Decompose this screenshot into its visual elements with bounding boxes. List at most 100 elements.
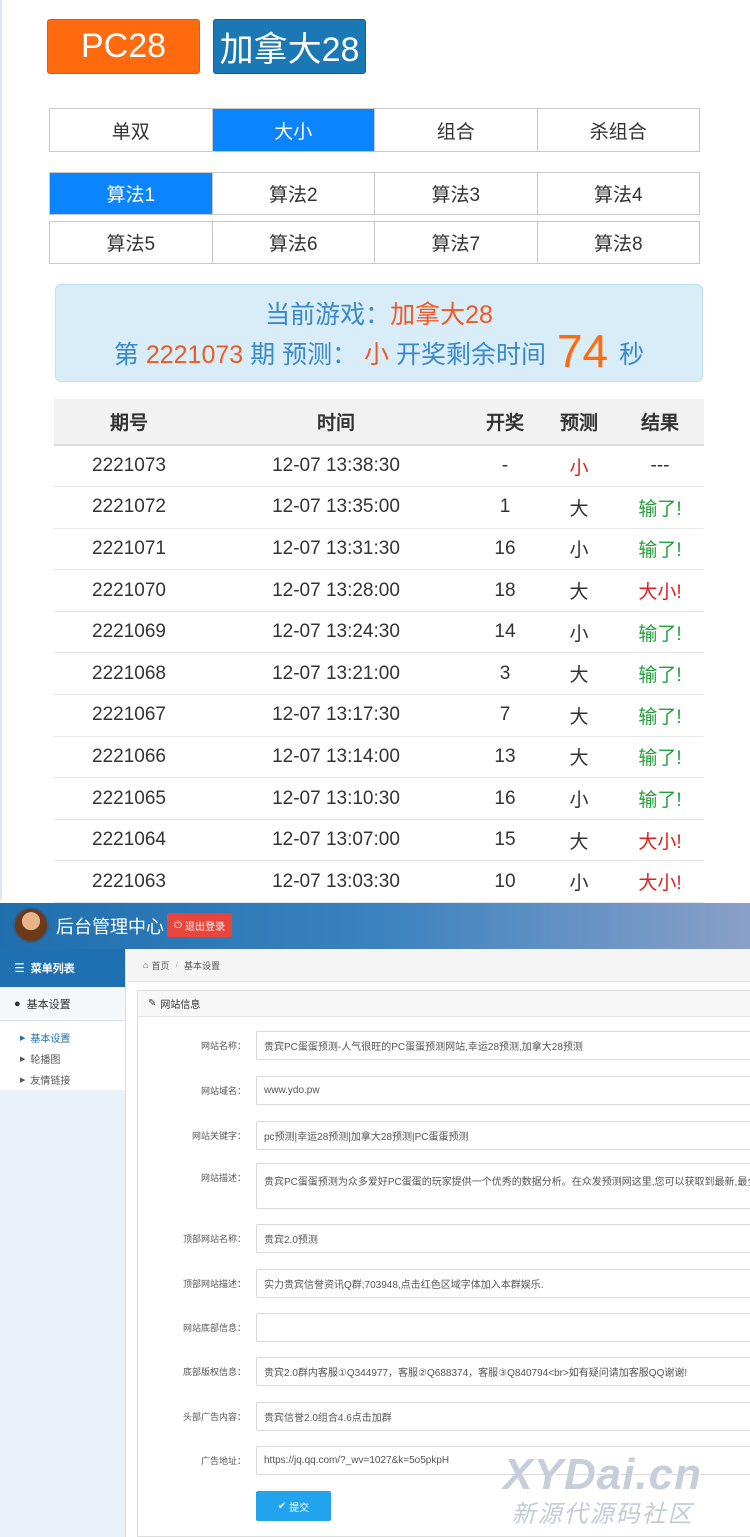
cell-period: 2221064: [54, 819, 204, 862]
footer-copyright-label: 底部版权信息：: [182, 1367, 246, 1377]
tab-algorithm-4[interactable]: 算法4: [537, 173, 699, 214]
cell-time: 12-07 13:31:30: [204, 528, 468, 571]
logout-label: 退出登录: [184, 921, 225, 933]
cell-time: 12-07 13:28:00: [204, 569, 468, 612]
cell-time: 12-07 13:35:00: [204, 486, 468, 529]
menu-list-header: ☰ 菜单列表: [0, 949, 125, 987]
table-header-row: 期号 时间 开奖 预测 结果: [54, 399, 704, 446]
algorithm-tabs-row1: 算法1 算法2 算法3 算法4: [49, 172, 700, 215]
type-tabs: 单双 大小 组合 杀组合: [49, 108, 700, 152]
cell-result: 大小!: [616, 569, 704, 612]
power-icon: ⏻: [174, 919, 182, 931]
cell-result: 输了!: [616, 736, 704, 779]
cell-draw: 14: [468, 611, 542, 654]
edit-icon: ✎: [148, 998, 157, 1009]
cell-period: 2221066: [54, 736, 204, 779]
tab-algorithm-5[interactable]: 算法5: [50, 222, 213, 263]
cell-draw: 18: [468, 569, 542, 612]
game-button-canada28[interactable]: 加拿大28: [213, 19, 366, 74]
user-icon: ●: [14, 997, 21, 1010]
cell-time: 12-07 13:38:30: [204, 445, 468, 488]
cell-prediction: 大: [542, 819, 616, 862]
breadcrumb-current: 基本设置: [183, 960, 220, 971]
tab-algorithm-7[interactable]: 算法7: [375, 222, 538, 263]
cell-period: 2221073: [54, 445, 204, 488]
table-row: 2221067 12-07 13:17:30 7 大输了!: [54, 694, 704, 737]
cell-period: 2221063: [54, 860, 204, 904]
avatar[interactable]: [13, 907, 49, 943]
submit-button[interactable]: ✔ 提交: [256, 1491, 331, 1521]
table-row: 2221071 12-07 13:31:30 16 小输了!: [54, 528, 704, 571]
sidebar-item-friend-links[interactable]: ▶ 友情链接: [0, 1069, 125, 1090]
site-description-label: 网站描述：: [200, 1173, 246, 1183]
tab-algorithm-2[interactable]: 算法2: [212, 173, 375, 214]
ad-url-field[interactable]: https://jq.qq.com/?_wv=1027&k=5o5pkpH: [256, 1446, 750, 1475]
home-icon: ⌂: [143, 960, 149, 970]
cell-time: 12-07 13:21:00: [204, 652, 468, 696]
tab-algorithm-3[interactable]: 算法3: [375, 173, 538, 214]
sidebar-group-label: 基本设置: [26, 998, 71, 1011]
cell-period: 2221072: [54, 486, 204, 529]
breadcrumb-home[interactable]: 首页: [151, 959, 169, 972]
sidebar-group-basic-settings[interactable]: ● 基本设置: [0, 987, 125, 1021]
cell-draw: 10: [468, 860, 542, 904]
tab-algorithm-6[interactable]: 算法6: [212, 222, 375, 263]
header-ad-content-field[interactable]: 贵宾信誉2.0组合4.6点击加群: [256, 1402, 750, 1431]
cell-result: 大小!: [616, 860, 704, 904]
cell-time: 12-07 13:03:30: [204, 860, 468, 904]
countdown-seconds: 74: [556, 325, 609, 377]
site-domain-label: 网站域名：: [200, 1086, 246, 1096]
tab-big-small[interactable]: 大小: [212, 109, 375, 151]
prediction-page: PC28 加拿大28 单双 大小 组合 杀组合 算法1 算法2 算法3 算法4 …: [0, 0, 750, 904]
admin-header: 后台管理中心 ⏻ 退出登录: [0, 903, 750, 949]
site-domain-field[interactable]: www.ydo.pw: [256, 1076, 750, 1105]
table-row: 2221066 12-07 13:14:00 13 大输了!: [54, 736, 704, 779]
cell-prediction: 小: [542, 860, 616, 904]
results-table: 期号 时间 开奖 预测 结果 2221073 12-07 13:38:30- 小 --…: [54, 399, 704, 904]
table-row: 2221073 12-07 13:38:30- 小 ---: [54, 445, 704, 488]
top-site-description-label: 顶部网站描述：: [182, 1279, 246, 1289]
cell-draw: 16: [468, 777, 542, 820]
site-keywords-field[interactable]: pc预测|幸运28预测|加拿大28预测|PC蛋蛋预测: [256, 1121, 750, 1150]
cell-result: 输了!: [616, 611, 704, 654]
cell-draw: 1: [468, 486, 542, 529]
cell-period: 2221067: [54, 694, 204, 737]
cell-period: 2221065: [54, 777, 204, 820]
cell-period: 2221069: [54, 611, 204, 654]
logout-button[interactable]: ⏻ 退出登录: [167, 913, 232, 937]
cell-time: 12-07 13:07:00: [204, 819, 468, 862]
check-icon: ✔: [277, 1500, 287, 1512]
column-header-result: 结果: [616, 399, 704, 446]
tab-odd-even[interactable]: 单双: [50, 109, 213, 151]
site-description-field[interactable]: 贵宾PC蛋蛋预测为众多爱好PC蛋蛋的玩家提供一个优秀的数据分析。在众发预测网这里…: [256, 1163, 750, 1209]
cell-prediction: 大: [542, 694, 616, 737]
sidebar-item-carousel[interactable]: ▶ 轮播图: [0, 1048, 125, 1069]
footer-info-field[interactable]: [256, 1313, 750, 1342]
footer-copyright-field[interactable]: 贵宾2.0群内客服①Q344977，客服②Q688374，客服③Q840794<…: [256, 1357, 750, 1386]
table-row: 2221070 12-07 13:28:00 18 大大小!: [54, 569, 704, 612]
period-number: 2221073: [145, 341, 244, 369]
top-site-description-field[interactable]: 实力贵宾信誉资讯Q群;703948,点击红色区域字体加入本群娱乐.: [256, 1269, 750, 1298]
cell-prediction: 小: [542, 445, 616, 488]
top-site-name-field[interactable]: 贵宾2.0预测: [256, 1224, 750, 1253]
site-name-label: 网站名称：: [200, 1041, 246, 1051]
cell-result: ---: [616, 445, 704, 488]
top-site-name-label: 顶部网站名称：: [182, 1234, 246, 1244]
tab-algorithm-1[interactable]: 算法1: [50, 173, 213, 214]
game-button-pc28[interactable]: PC28: [47, 19, 200, 74]
cell-prediction: 小: [542, 777, 616, 820]
panel-title: 网站信息: [160, 1000, 201, 1011]
cell-prediction: 大: [542, 652, 616, 696]
tab-combo[interactable]: 组合: [375, 109, 538, 151]
tab-algorithm-8[interactable]: 算法8: [537, 222, 699, 263]
cell-result: 输了!: [616, 694, 704, 737]
sidebar-item-basic-settings[interactable]: ▶ 基本设置: [0, 1027, 125, 1048]
tab-kill-combo[interactable]: 杀组合: [537, 109, 699, 151]
column-header-period: 期号: [54, 399, 204, 446]
sidebar-item-label: 友情链接: [30, 1076, 71, 1087]
header-ad-content-label: 头部广告内容：: [182, 1412, 246, 1422]
site-name-field[interactable]: 贵宾PC蛋蛋预测-人气很旺的PC蛋蛋预测网站,幸运28预测,加拿大28预测: [256, 1031, 750, 1060]
period-suffix: 期 预测：: [250, 341, 358, 369]
triangle-right-icon: ▶: [20, 1055, 26, 1063]
cell-draw: 3: [468, 652, 542, 696]
